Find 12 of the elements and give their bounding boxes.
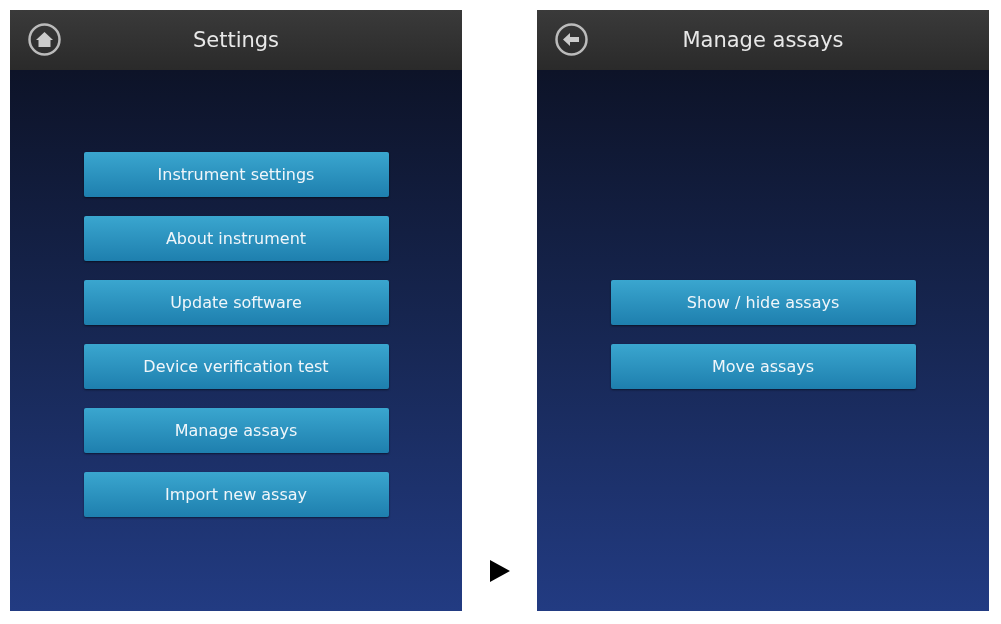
home-icon[interactable] (28, 23, 61, 56)
menu-button[interactable]: Move assays (610, 344, 916, 389)
screen-title: Manage assays (682, 28, 844, 52)
next-arrow-icon (488, 560, 511, 582)
menu-button[interactable]: About instrument (83, 216, 389, 261)
menu-button[interactable]: Import new assay (83, 472, 389, 517)
screen-title: Settings (192, 28, 280, 52)
menu-button[interactable]: Instrument settings (83, 152, 389, 197)
menu-button[interactable]: Update software (83, 280, 389, 325)
menu-button[interactable]: Manage assays (83, 408, 389, 453)
menu-button[interactable]: Device verification test (83, 344, 389, 389)
menu-button[interactable]: Show / hide assays (610, 280, 916, 325)
